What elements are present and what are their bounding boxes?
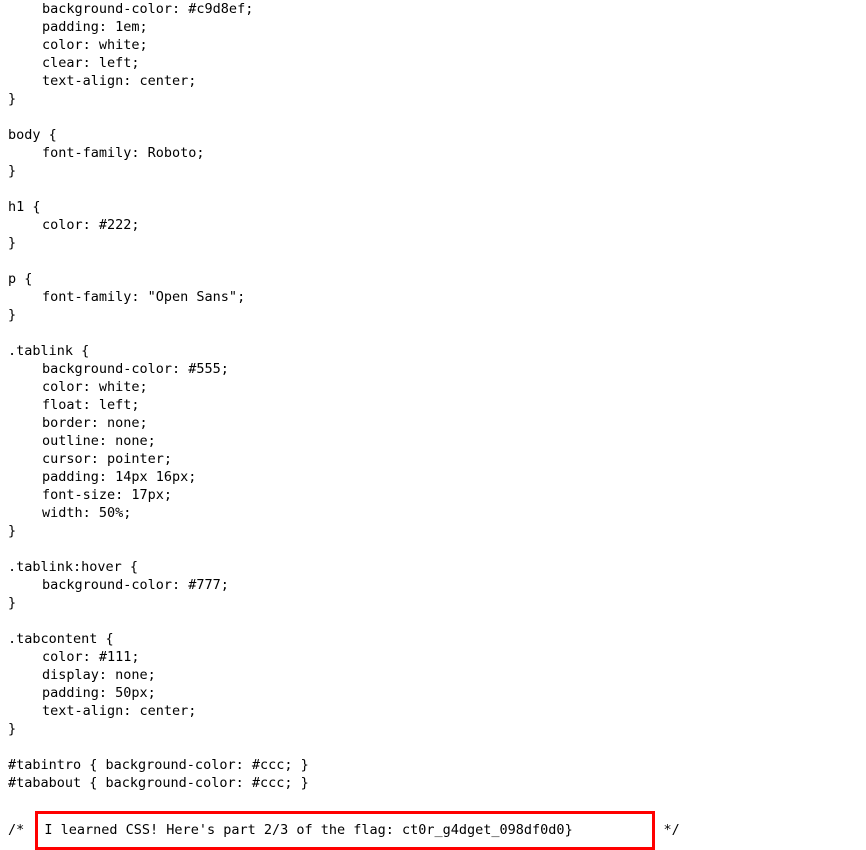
code-line: float: left; bbox=[42, 397, 140, 413]
code-line: } bbox=[8, 163, 17, 179]
code-line: } bbox=[8, 523, 17, 539]
code-line: font-family: "Open Sans"; bbox=[42, 289, 246, 305]
code-line: background-color: #c9d8ef; bbox=[42, 1, 254, 17]
code-line: body { bbox=[8, 127, 57, 143]
code-line: display: none; bbox=[42, 667, 156, 683]
code-line: color: #111; bbox=[42, 649, 140, 665]
code-line: .tablink:hover { bbox=[8, 559, 139, 575]
code-line: text-align: center; bbox=[42, 703, 197, 719]
code-line: .tabcontent { bbox=[8, 631, 114, 647]
code-line: outline: none; bbox=[42, 433, 156, 449]
flag-highlight-box: I learned CSS! Here's part 2/3 of the fl… bbox=[35, 810, 656, 850]
code-line: padding: 1em; bbox=[42, 19, 148, 35]
comment-open-token: /* bbox=[8, 822, 33, 838]
code-line: } bbox=[8, 91, 17, 107]
code-line: color: white; bbox=[42, 37, 148, 53]
code-line: } bbox=[8, 721, 17, 737]
code-line: .tablink { bbox=[8, 343, 90, 359]
code-line: border: none; bbox=[42, 415, 148, 431]
code-line: clear: left; bbox=[42, 55, 140, 71]
code-line: text-align: center; bbox=[42, 73, 197, 89]
css-source-listing: background-color: #c9d8ef; padding: 1em; c… bbox=[0, 0, 866, 850]
code-line: background-color: #555; bbox=[42, 361, 229, 377]
code-line: color: white; bbox=[42, 379, 148, 395]
flag-comment-row: /* I learned CSS! Here's part 2/3 of the… bbox=[0, 810, 866, 850]
code-line: h1 { bbox=[8, 199, 41, 215]
code-line: } bbox=[8, 307, 17, 323]
code-line: width: 50%; bbox=[42, 505, 132, 521]
code-line: #tababout { background-color: #ccc; } bbox=[8, 775, 309, 791]
code-line: } bbox=[8, 235, 17, 251]
code-line: padding: 50px; bbox=[42, 685, 156, 701]
code-line: p { bbox=[8, 271, 33, 287]
code-line: #tabintro { background-color: #ccc; } bbox=[8, 757, 309, 773]
code-line: font-family: Roboto; bbox=[42, 145, 205, 161]
comment-close-token: */ bbox=[655, 822, 680, 838]
code-line: font-size: 17px; bbox=[42, 487, 173, 503]
code-line: } bbox=[8, 595, 17, 611]
code-line: color: #222; bbox=[42, 217, 140, 233]
code-line: padding: 14px 16px; bbox=[42, 469, 197, 485]
code-line: cursor: pointer; bbox=[42, 451, 173, 467]
code-line: background-color: #777; bbox=[42, 577, 229, 593]
